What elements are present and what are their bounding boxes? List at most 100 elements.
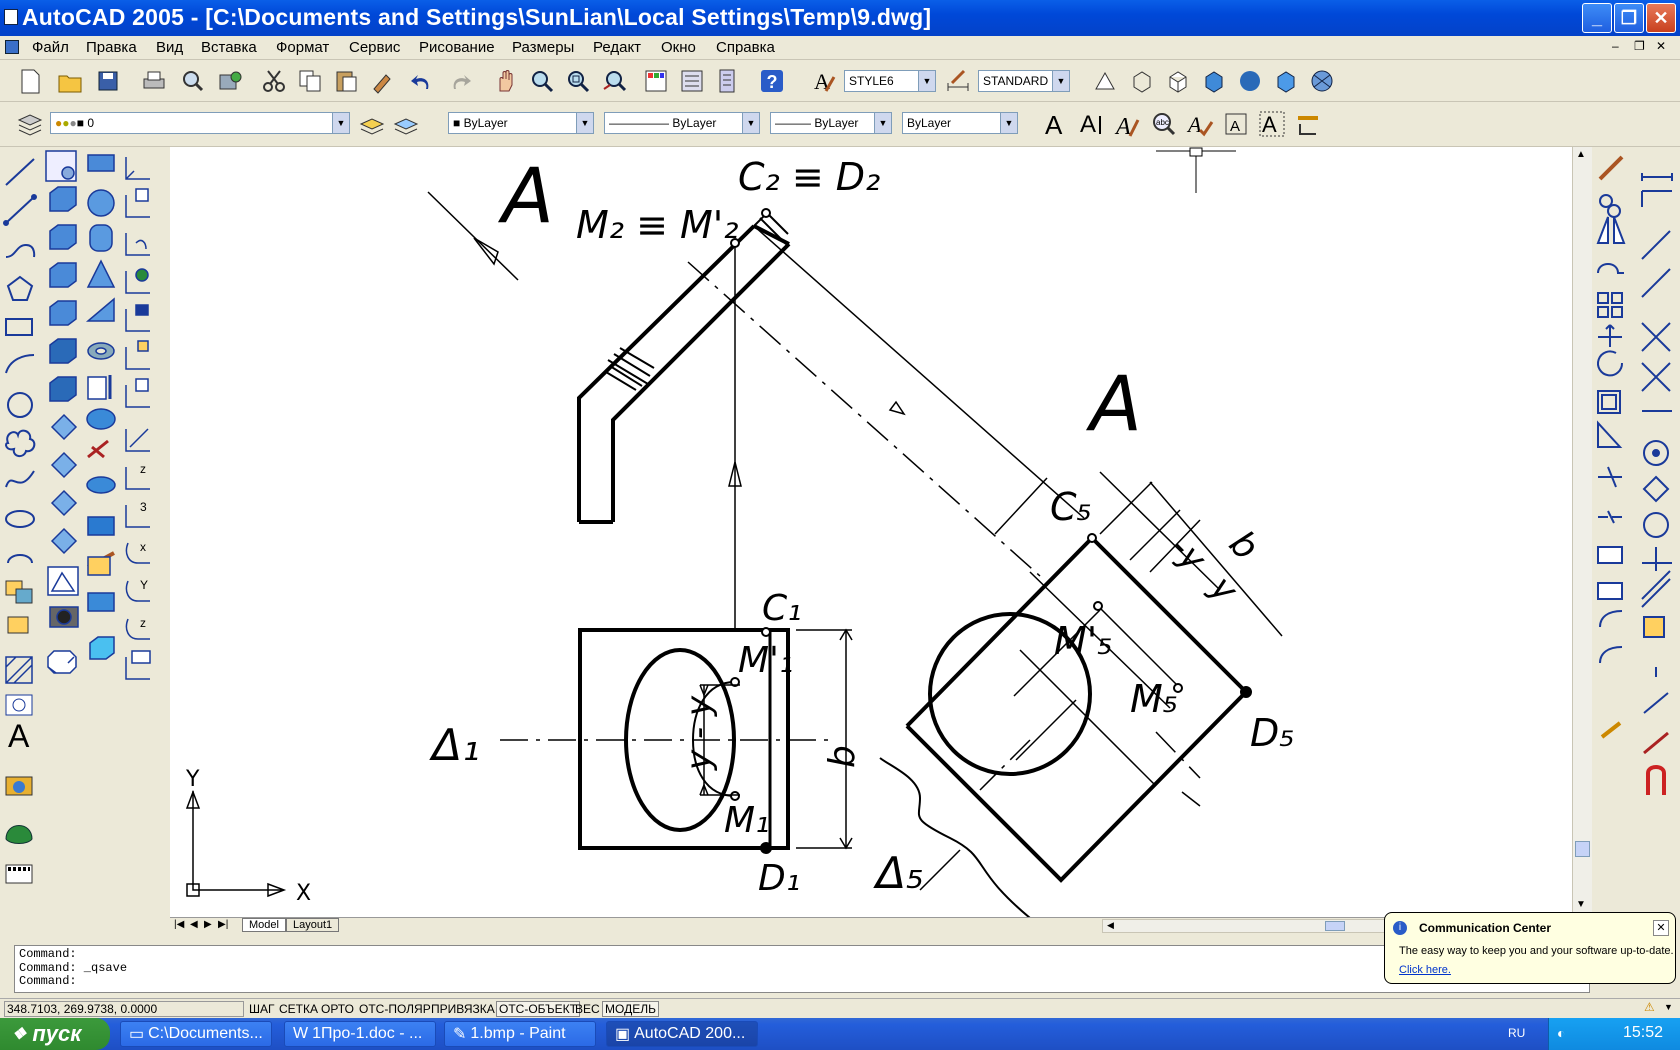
edit-text-icon[interactable]: A <box>1112 108 1144 140</box>
dim-style-select[interactable]: STANDARD ▼ <box>978 70 1070 92</box>
gouraud-box-icon[interactable] <box>1270 65 1302 97</box>
text-scale-icon[interactable]: A <box>1220 108 1252 140</box>
tab-model[interactable]: Model <box>242 918 286 932</box>
comm-link[interactable]: Click here. <box>1399 964 1451 976</box>
print-icon[interactable] <box>138 65 170 97</box>
otrack-button[interactable]: ОТС-ОБЪЕКТ <box>496 1001 580 1017</box>
language-indicator[interactable]: RU <box>1508 1026 1525 1040</box>
match-properties-icon[interactable] <box>366 65 398 97</box>
command-line-3[interactable]: Command: <box>19 974 1585 989</box>
shaded-box-icon[interactable] <box>1198 65 1230 97</box>
status-menu-icon[interactable]: ▼ <box>1664 1002 1673 1012</box>
redo-icon[interactable] <box>444 65 476 97</box>
prev-tab-icon[interactable]: ◀ <box>190 919 198 930</box>
task-autocad[interactable]: ▣ AutoCAD 200... <box>606 1021 758 1047</box>
start-button[interactable]: ❖ пуск <box>0 1018 110 1050</box>
menu-format[interactable]: Формат <box>276 39 329 56</box>
osnap-button[interactable]: ПРИВЯЗКА <box>428 1001 498 1017</box>
layer-previous-icon[interactable] <box>390 108 422 140</box>
zoom-realtime-icon[interactable] <box>526 65 558 97</box>
menu-modify[interactable]: Редакт <box>593 39 641 56</box>
menu-file[interactable]: Файл <box>32 39 69 56</box>
single-line-text-icon[interactable]: A <box>1076 108 1108 140</box>
publish-icon[interactable] <box>214 65 246 97</box>
help-icon[interactable]: ? <box>756 65 788 97</box>
doc-restore-button[interactable]: ❐ <box>1634 39 1645 53</box>
tool-palettes-icon[interactable] <box>712 65 744 97</box>
h-scroll-thumb[interactable] <box>1325 921 1345 931</box>
text-style-icon[interactable]: A <box>808 65 840 97</box>
doc-minimize-button[interactable]: – <box>1612 39 1619 53</box>
spell-check-icon[interactable]: A <box>1184 108 1216 140</box>
zoom-window-icon[interactable] <box>562 65 594 97</box>
menu-window[interactable]: Окно <box>661 39 696 56</box>
task-word[interactable]: W 1Про-1.doc - ... <box>284 1021 436 1047</box>
shaded-sphere-icon[interactable] <box>1234 65 1266 97</box>
menu-insert[interactable]: Вставка <box>201 39 257 56</box>
open-file-icon[interactable] <box>54 65 86 97</box>
command-window[interactable]: Command: Command: _qsave Command: <box>14 945 1590 993</box>
doc-close-button[interactable]: ✕ <box>1656 39 1666 53</box>
paste-icon[interactable] <box>330 65 362 97</box>
scroll-left-icon[interactable]: ◀ <box>1107 920 1114 931</box>
scroll-down-icon[interactable]: ▼ <box>1576 899 1586 910</box>
scroll-thumb[interactable] <box>1575 841 1590 857</box>
doc-icon[interactable] <box>5 40 19 54</box>
justify-text-icon[interactable]: A <box>1256 108 1288 140</box>
ortho-button[interactable]: ОРТО <box>318 1001 357 1017</box>
tab-layout1[interactable]: Layout1 <box>286 918 340 932</box>
modify-dimension-toolbars[interactable] <box>1592 147 1680 927</box>
dim-style-icon[interactable] <box>942 65 974 97</box>
convert-distance-icon[interactable] <box>1292 108 1324 140</box>
minimize-button[interactable]: _ <box>1582 3 1612 33</box>
menu-dimension[interactable]: Размеры <box>512 39 574 56</box>
make-current-layer-icon[interactable] <box>356 108 388 140</box>
task-paint[interactable]: ✎ 1.bmp - Paint <box>444 1021 596 1047</box>
first-tab-icon[interactable]: |◀ <box>174 919 184 930</box>
wireframe-box-icon[interactable] <box>1126 65 1158 97</box>
text-style-select[interactable]: STYLE6 ▼ <box>844 70 936 92</box>
plotstyle-select[interactable]: ByLayer ▼ <box>902 112 1018 134</box>
new-file-icon[interactable] <box>14 65 46 97</box>
last-tab-icon[interactable]: ▶| <box>218 919 228 930</box>
coordinates-readout[interactable]: 348.7103, 269.9738, 0.0000 <box>4 1001 244 1017</box>
app-icon[interactable] <box>4 9 18 25</box>
model-button[interactable]: МОДЕЛЬ <box>602 1001 659 1017</box>
ucs-view-icon[interactable] <box>1090 65 1122 97</box>
layer-select[interactable]: ●●●■ 0 ▼ <box>50 112 350 134</box>
cut-icon[interactable] <box>258 65 290 97</box>
tray-icon[interactable]: ◐ <box>1557 1025 1565 1041</box>
next-tab-icon[interactable]: ▶ <box>204 919 212 930</box>
vertical-scrollbar[interactable]: ▲ ▼ <box>1572 147 1592 917</box>
menu-draw[interactable]: Рисование <box>419 39 495 56</box>
restore-button[interactable]: ❐ <box>1614 3 1644 33</box>
zoom-previous-icon[interactable] <box>598 65 630 97</box>
pan-icon[interactable] <box>490 65 522 97</box>
multiline-text-icon[interactable]: A <box>1040 108 1072 140</box>
warning-icon[interactable]: ⚠ <box>1644 1000 1655 1014</box>
properties-icon[interactable] <box>640 65 672 97</box>
undo-icon[interactable] <box>406 65 438 97</box>
close-button[interactable]: ✕ <box>1646 3 1676 33</box>
print-preview-icon[interactable] <box>176 65 208 97</box>
lineweight-select[interactable]: ——— ByLayer ▼ <box>770 112 892 134</box>
grid-button[interactable]: СЕТКА <box>276 1001 321 1017</box>
task-explorer[interactable]: ▭ C:\Documents... <box>120 1021 272 1047</box>
polar-button[interactable]: ОТС-ПОЛЯР <box>356 1001 434 1017</box>
hidden-box-icon[interactable] <box>1162 65 1194 97</box>
design-center-icon[interactable] <box>676 65 708 97</box>
find-replace-icon[interactable]: abc <box>1148 108 1180 140</box>
draw-modeling-ucs-toolbars[interactable]: A z 3 x Y z <box>0 147 170 927</box>
copy-icon[interactable] <box>294 65 326 97</box>
linetype-select[interactable]: ————— ByLayer ▼ <box>604 112 760 134</box>
drawing-canvas[interactable]: A A C₂ ≡ D₂ M₂ ≡ M'₂ C₁ M'₁ M₁ D₁ Δ₁ b y… <box>170 147 1572 917</box>
orbit-icon[interactable] <box>1306 65 1338 97</box>
color-select[interactable]: ■ ByLayer ▼ <box>448 112 594 134</box>
menu-tools[interactable]: Сервис <box>349 39 400 56</box>
close-balloon-icon[interactable]: ✕ <box>1653 920 1669 936</box>
lineweight-button[interactable]: ВЕС <box>572 1001 603 1017</box>
save-icon[interactable] <box>92 65 124 97</box>
scroll-up-icon[interactable]: ▲ <box>1576 149 1586 160</box>
snap-button[interactable]: ШАГ <box>246 1001 278 1017</box>
menu-edit[interactable]: Правка <box>86 39 137 56</box>
